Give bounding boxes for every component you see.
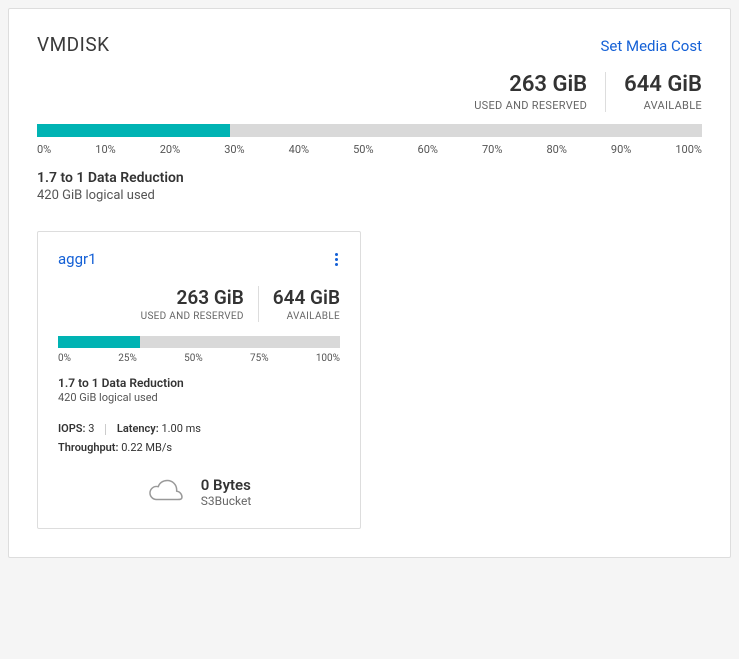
tick: 25% bbox=[118, 353, 137, 364]
logical-used: 420 GiB logical used bbox=[37, 188, 702, 203]
throughput-label: Throughput: bbox=[58, 441, 119, 454]
aggregate-card: aggr1 263 GiB USED AND RESERVED 644 GiB … bbox=[37, 231, 361, 529]
page-title: VMDISK bbox=[37, 33, 110, 56]
perf-row-1: IOPS: 3 Latency: 1.00 ms bbox=[58, 422, 340, 435]
set-media-cost-link[interactable]: Set Media Cost bbox=[601, 37, 703, 55]
cloud-icon bbox=[147, 476, 185, 508]
aggr-progress-fill bbox=[58, 336, 140, 348]
tick: 70% bbox=[482, 143, 502, 156]
main-stats: 263 GiB USED AND RESERVED 644 GiB AVAILA… bbox=[37, 72, 702, 112]
iops-label: IOPS: bbox=[58, 422, 86, 435]
tick: 75% bbox=[250, 353, 269, 364]
data-reduction: 1.7 to 1 Data Reduction bbox=[37, 170, 702, 186]
aggr-available-label: AVAILABLE bbox=[273, 311, 340, 322]
tick: 50% bbox=[353, 143, 373, 156]
aggr-used-label: USED AND RESERVED bbox=[141, 311, 244, 322]
tick: 90% bbox=[611, 143, 631, 156]
tick: 50% bbox=[184, 353, 203, 364]
aggr-available-value: 644 GiB bbox=[273, 286, 340, 309]
perf-row-2: Throughput: 0.22 MB/s bbox=[58, 441, 340, 454]
aggregate-stats: 263 GiB USED AND RESERVED 644 GiB AVAILA… bbox=[58, 286, 340, 322]
aggregate-name-link[interactable]: aggr1 bbox=[58, 250, 97, 268]
available-label: AVAILABLE bbox=[624, 99, 702, 112]
tick: 0% bbox=[58, 353, 71, 364]
main-progress-bar bbox=[37, 124, 702, 137]
tick: 100% bbox=[675, 143, 702, 156]
latency-label: Latency: bbox=[117, 422, 159, 435]
tick: 10% bbox=[95, 143, 115, 156]
tick: 80% bbox=[546, 143, 566, 156]
cloud-row: 0 Bytes S3Bucket bbox=[58, 476, 340, 508]
used-reserved-block: 263 GiB USED AND RESERVED bbox=[456, 72, 605, 112]
main-progress-fill bbox=[37, 124, 230, 137]
tick: 30% bbox=[224, 143, 244, 156]
used-label: USED AND RESERVED bbox=[474, 99, 587, 112]
aggr-used-block: 263 GiB USED AND RESERVED bbox=[127, 286, 258, 322]
tick: 100% bbox=[316, 353, 340, 364]
header-row: VMDISK Set Media Cost bbox=[37, 33, 702, 56]
main-ticks: 0% 10% 20% 30% 40% 50% 60% 70% 80% 90% 1… bbox=[37, 143, 702, 156]
cloud-bytes: 0 Bytes bbox=[201, 476, 252, 494]
latency-value: 1.00 ms bbox=[161, 422, 201, 435]
aggr-used-value: 263 GiB bbox=[141, 286, 244, 309]
used-value: 263 GiB bbox=[474, 72, 587, 97]
aggr-available-block: 644 GiB AVAILABLE bbox=[258, 286, 340, 322]
tick: 60% bbox=[418, 143, 438, 156]
tick: 0% bbox=[37, 143, 51, 156]
available-value: 644 GiB bbox=[624, 72, 702, 97]
divider bbox=[105, 424, 106, 435]
tick: 40% bbox=[289, 143, 309, 156]
aggr-logical-used: 420 GiB logical used bbox=[58, 391, 340, 404]
throughput-value: 0.22 MB/s bbox=[121, 441, 172, 454]
cloud-text: 0 Bytes S3Bucket bbox=[201, 476, 252, 508]
available-block: 644 GiB AVAILABLE bbox=[605, 72, 702, 112]
aggr-ticks: 0% 25% 50% 75% 100% bbox=[58, 353, 340, 364]
kebab-menu-icon[interactable] bbox=[333, 251, 340, 268]
vmdisk-card: VMDISK Set Media Cost 263 GiB USED AND R… bbox=[8, 8, 731, 558]
cloud-bucket: S3Bucket bbox=[201, 494, 252, 508]
aggr-progress-bar bbox=[58, 336, 340, 348]
aggr-data-reduction: 1.7 to 1 Data Reduction bbox=[58, 376, 340, 390]
tick: 20% bbox=[160, 143, 180, 156]
iops-value: 3 bbox=[88, 422, 94, 435]
aggregate-header: aggr1 bbox=[58, 250, 340, 268]
